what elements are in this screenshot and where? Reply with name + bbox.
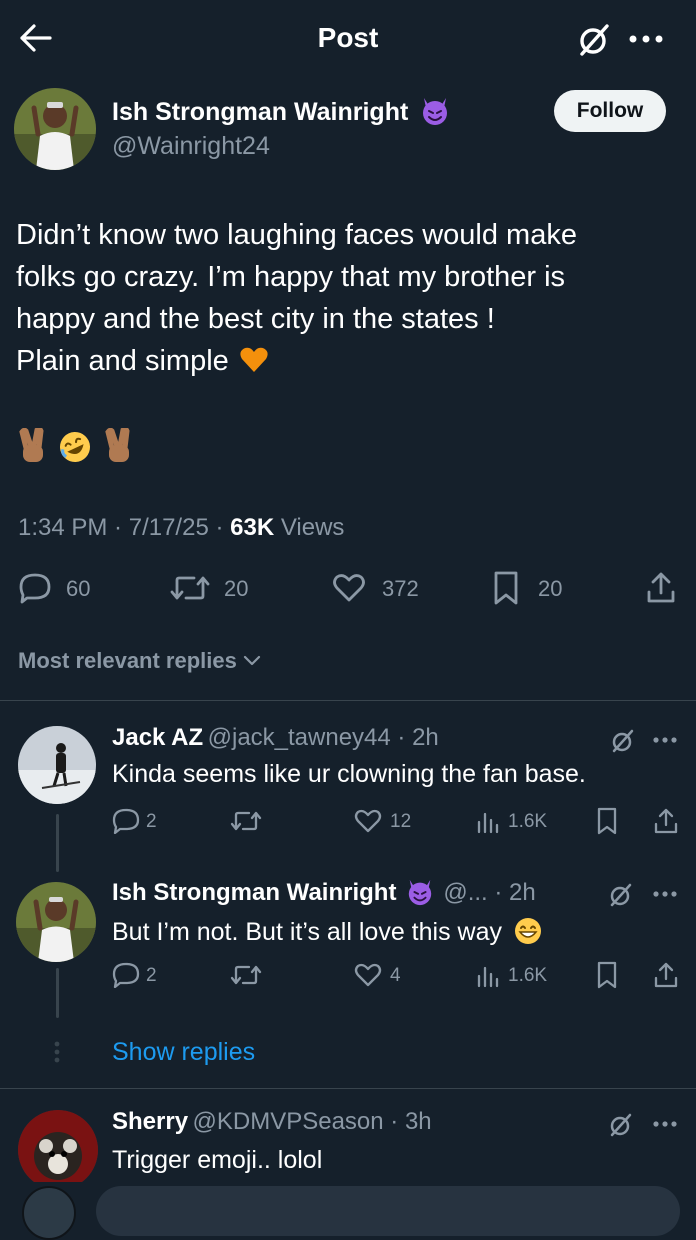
thread-dots-icon [53,1040,61,1064]
author-avatar[interactable] [14,88,96,170]
views-count: 1.6K [508,811,548,832]
reply-count: 2 [146,965,157,986]
thread-connector [56,814,59,872]
bookmark-icon[interactable] [596,961,618,989]
replies-filter[interactable]: Most relevant replies [18,648,261,674]
grok-icon[interactable] [610,728,636,754]
author-name[interactable]: Ish Strongman Wainright [112,96,451,127]
devil-emoji-icon [419,96,451,126]
share-icon[interactable] [654,807,678,835]
victory-hand-emoji [18,428,48,464]
post-text-line: Didn’t know two laughing faces would mak… [16,219,577,251]
reply-author-name[interactable]: Sherry [112,1108,188,1135]
more-icon[interactable] [628,34,664,44]
reply-button[interactable] [18,572,52,604]
victory-hand-emoji [104,428,134,464]
reply-input[interactable] [96,1186,680,1236]
post-text: Didn’t know two laughing faces would mak… [16,214,676,382]
thread-connector [56,968,59,1018]
repost-count: 20 [224,576,249,601]
views-count: 1.6K [508,965,548,986]
post-text-line-last: Plain and simple [16,340,676,382]
repost-icon[interactable] [230,963,262,987]
reply-count: 2 [146,811,157,832]
reply-count: 60 [66,576,91,601]
reply-text: Trigger emoji.. lolol [112,1146,323,1174]
reply-text: Kinda seems like ur clowning the fan bas… [112,760,586,788]
reply-header: Sherry @KDMVPSeason · 3h [112,1108,432,1136]
reply-author-name[interactable]: Ish Strongman Wainright [112,879,396,906]
share-button[interactable] [646,571,676,605]
reply-header: Jack AZ @jack_tawney44 · 2h [112,724,439,752]
reply-meta: @jack_tawney44 · 2h [207,724,439,751]
share-icon[interactable] [654,961,678,989]
reply-icon[interactable] [112,962,140,988]
more-icon[interactable] [652,890,678,898]
like-count: 372 [382,576,419,601]
like-count: 4 [390,965,401,986]
like-icon[interactable] [354,809,382,833]
reply-text: But I’m not. But it’s all love this way [112,916,543,947]
views-icon [476,810,500,834]
follow-button[interactable]: Follow [554,90,666,132]
bookmark-icon[interactable] [596,807,618,835]
author-handle[interactable]: @Wainright24 [112,132,270,161]
post-text-line: happy and the best city in the states ! [16,303,495,335]
orange-heart-emoji [239,346,269,374]
show-replies-link[interactable]: Show replies [112,1038,255,1067]
grok-icon[interactable] [576,22,612,58]
replies-filter-label: Most relevant replies [18,648,237,673]
divider [0,700,696,701]
views-count: 63K [230,514,275,541]
like-icon[interactable] [354,963,382,987]
grok-icon[interactable] [608,1112,634,1138]
bookmark-count: 20 [538,576,563,601]
rofl-emoji [58,430,92,464]
reply-avatar[interactable] [18,1110,98,1190]
post-action-bar: 60 20 372 20 [0,566,696,612]
top-bar: Post [0,0,696,80]
chevron-down-icon [243,655,261,667]
reply-author-name[interactable]: Jack AZ [112,724,203,751]
reply-meta: @KDMVPSeason · 3h [192,1108,432,1135]
bookmark-button[interactable] [492,570,520,606]
like-count: 12 [390,811,412,832]
repost-button[interactable] [170,573,210,603]
more-icon[interactable] [652,736,678,744]
divider [0,1088,696,1089]
reply-action-bar: 2 4 1.6K [112,960,682,992]
post-timestamp: 1:34 PM · 7/17/25 · 63K Views [18,514,345,541]
post-text-line: folks go crazy. I’m happy that my brothe… [16,261,566,293]
emoji-row [18,428,138,468]
like-button[interactable] [332,573,366,603]
reply-meta: @... · 2h [443,879,536,906]
reply-header: Ish Strongman Wainright @... · 2h [112,878,536,907]
repost-icon[interactable] [230,809,262,833]
grin-emoji [513,916,543,946]
devil-emoji-icon [405,878,435,906]
reply-icon[interactable] [112,808,140,834]
user-avatar[interactable] [22,1186,76,1240]
reply-avatar[interactable] [16,882,96,962]
grok-icon[interactable] [608,882,634,908]
views-icon [476,964,500,988]
reply-avatar[interactable] [18,726,96,804]
more-icon[interactable] [652,1120,678,1128]
reply-action-bar: 2 12 1.6K [112,806,682,838]
compose-bar [0,1182,696,1240]
